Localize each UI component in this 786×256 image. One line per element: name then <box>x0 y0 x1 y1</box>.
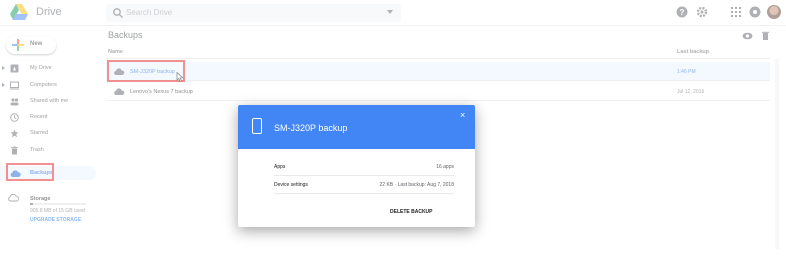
dialog-row-key: Device settings <box>274 182 308 188</box>
phone-icon <box>252 118 262 134</box>
dialog-title: SM-J320P backup <box>274 123 348 133</box>
dialog-row-apps: Apps 16 apps <box>274 158 454 176</box>
close-icon[interactable]: × <box>460 111 465 120</box>
delete-backup-button[interactable]: DELETE BACKUP <box>390 209 433 215</box>
backup-details-dialog: SM-J320P backup × Apps 16 apps Device se… <box>238 105 475 227</box>
dialog-header: SM-J320P backup × <box>238 105 475 149</box>
dialog-row-device-settings: Device settings 22 KB · Last backup: Aug… <box>274 176 454 194</box>
dialog-row-key: Apps <box>274 164 286 170</box>
dialog-row-value: 16 apps <box>436 164 454 170</box>
dialog-row-value: 22 KB · Last backup: Aug 7, 2018 <box>379 182 455 188</box>
